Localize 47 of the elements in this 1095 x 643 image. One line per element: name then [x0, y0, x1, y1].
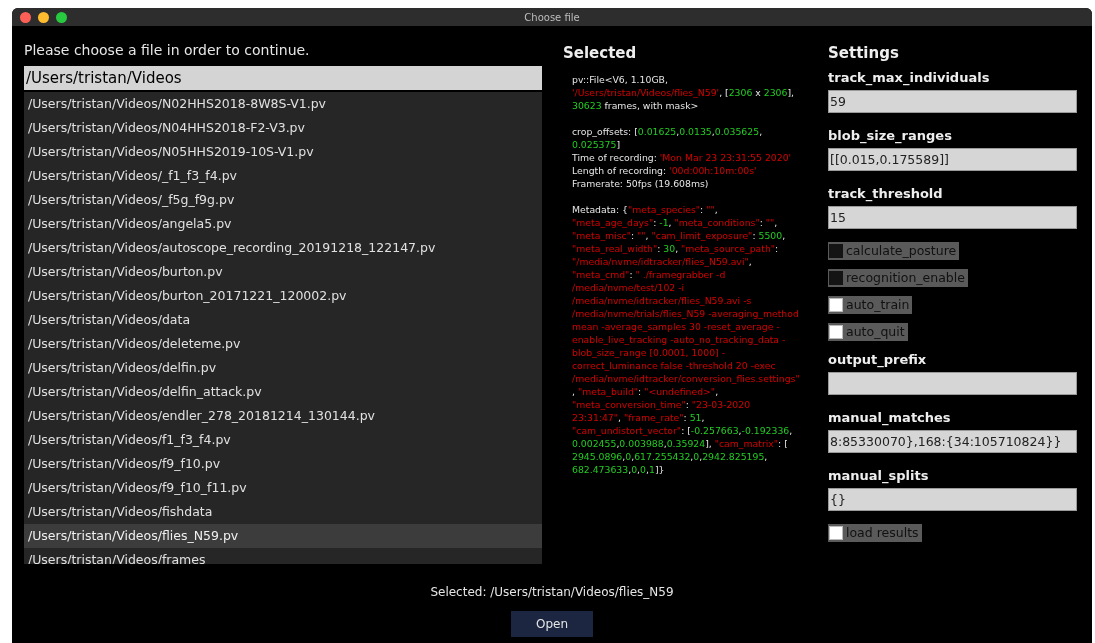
setting-label: blob_size_ranges — [828, 127, 953, 146]
close-icon[interactable] — [20, 11, 31, 23]
file-row[interactable]: /Users/tristan/Videos/fishdata — [24, 500, 542, 524]
file-row[interactable]: /Users/tristan/Videos/deleteme.pv — [24, 332, 542, 356]
file-row[interactable]: /Users/tristan/Videos/delfin_attack.pv — [24, 380, 542, 404]
info-text: pv::File<V6, 1.10GB, '/Users/tristan/Videos/flies_N59', [2306 x 2306], 30623 frames, with mask> — [572, 72, 796, 112]
text-field[interactable]: [[0.015,0.175589]] — [828, 148, 1077, 171]
text-field[interactable] — [828, 372, 1077, 395]
file-row[interactable]: /Users/tristan/Videos/delfin.pv — [24, 356, 542, 380]
file-row[interactable]: /Users/tristan/Videos/_f1_f3_f4.pv — [24, 164, 542, 188]
file-row[interactable]: /Users/tristan/Videos/N04HHS2018-F2-V3.pv — [24, 116, 542, 140]
setting-label: output_prefix — [828, 351, 928, 370]
status-text: Selected: /Users/tristan/Videos/flies_N59 — [430, 584, 674, 601]
file-row[interactable]: /Users/tristan/Videos/N05HHS2019-10S-V1.pv — [24, 140, 542, 164]
file-row[interactable]: /Users/tristan/Videos/data — [24, 308, 542, 332]
setting-label: manual_splits — [828, 467, 930, 486]
info-text: Metadata: {"meta_species": "", "meta_age_days": -1, "meta_conditions": "", "meta_misc": "", "cam_limit_exposure": 5500, "meta_real_width": 30, "meta_source_path": "/media/nvme/idtracker/flies_N59.avi", "meta_cmd": " ./framegrabber -d /media/nvme/test/102 -i /media/nvme/idtracker/flies_N59.avi -s /media/nvme/trials/flies_N59 -averaging_method mean -average_samples 30 -reset_average -enable_live_tracking -auto_no_tracking_data -blob_size_range [0.0001, 1000] -correct_luminance false -threshold 20 -exec /media/nvme/idtracker/conversion_flies.settings" , "meta_build": "<undefined>", "meta_conversion_time": "23-03-2020 23:31:47", "frame_rate": 51, "cam_undistort_vector": [-0.257663,-0.192336, 0.002455,0.003988,0.35924], "cam_matrix": [ 2945.0896,0,617.255432,0,2942.825195, 682.473633,0,0,1]} — [572, 202, 800, 476]
zoom-icon[interactable] — [56, 11, 67, 23]
path-field[interactable]: /Users/tristan/Videos — [24, 66, 542, 90]
text-field[interactable]: 59 — [828, 90, 1077, 113]
file-row[interactable]: /Users/tristan/Videos/_f5g_f9g.pv — [24, 188, 542, 212]
panel-heading: Settings — [828, 43, 900, 64]
file-row[interactable]: /Users/tristan/Videos/N02HHS2018-8W8S-V1.pv — [24, 92, 542, 116]
prompt-text: Please choose a file in order to continue. — [24, 41, 311, 60]
text-field[interactable]: {} — [828, 488, 1077, 511]
text-field[interactable]: 15 — [828, 206, 1077, 229]
file-row[interactable]: /Users/tristan/Videos/f9_f10_f11.pv — [24, 476, 542, 500]
file-row[interactable]: /Users/tristan/Videos/endler_278_20181214_130144.pv — [24, 404, 542, 428]
file-row[interactable]: /Users/tristan/Videos/burton_20171221_120002.pv — [24, 284, 542, 308]
minimize-icon[interactable] — [38, 11, 49, 23]
file-row[interactable]: /Users/tristan/Videos/angela5.pv — [24, 212, 542, 236]
open-button[interactable]: Open — [511, 611, 593, 637]
text-field[interactable]: 8:85330070},168:{34:105710824}} — [828, 430, 1077, 453]
panel-heading: Selected — [563, 43, 638, 64]
window-title: Choose file — [524, 10, 580, 25]
file-row[interactable]: /Users/tristan/Videos/burton.pv — [24, 260, 542, 284]
file-row[interactable]: /Users/tristan/Videos/flies_N59.pv — [24, 524, 542, 548]
setting-label: track_threshold — [828, 185, 944, 204]
info-text: Length of recording: '00d:00h:10m:00s' — [572, 163, 758, 177]
setting-label: manual_matches — [828, 409, 952, 428]
info-text: Framerate: 50fps (19.608ms) — [572, 176, 710, 190]
info-text: Time of recording: 'Mon Mar 23 23:31:55 2020' — [572, 150, 793, 164]
setting-label: track_max_individuals — [828, 69, 991, 88]
file-row[interactable]: /Users/tristan/Videos/autoscope_recording_20191218_122147.pv — [24, 236, 542, 260]
file-row[interactable]: /Users/tristan/Videos/f9_f10.pv — [24, 452, 542, 476]
file-row[interactable]: /Users/tristan/Videos/f1_f3_f4.pv — [24, 428, 542, 452]
info-text: crop_offsets: [0.01625,0.0135,0.035625, 0.025375] — [572, 124, 764, 151]
